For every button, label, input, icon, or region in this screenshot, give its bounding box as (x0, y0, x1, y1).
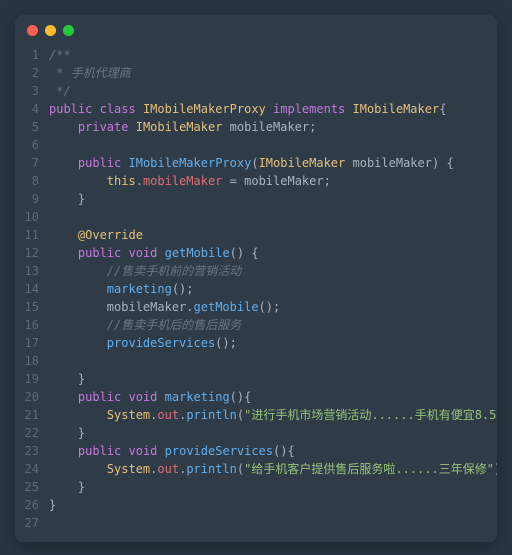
line-content: System.out.println("进行手机市场营销活动......手机有便… (49, 406, 497, 424)
code-line: 11 @Override (15, 226, 497, 244)
code-line: 12 public void getMobile() { (15, 244, 497, 262)
code-line: 15 mobileMaker.getMobile(); (15, 298, 497, 316)
code-line: 23 public void provideServices(){ (15, 442, 497, 460)
line-content: public void getMobile() { (49, 244, 497, 262)
line-number: 27 (15, 514, 49, 532)
line-number: 25 (15, 478, 49, 496)
line-content: } (49, 370, 497, 388)
minimize-icon[interactable] (45, 25, 56, 36)
line-number: 7 (15, 154, 49, 172)
line-number: 17 (15, 334, 49, 352)
line-content: System.out.println("给手机客户提供售后服务啦......三年… (49, 460, 497, 478)
code-line: 2 * 手机代理商 (15, 64, 497, 82)
line-number: 1 (15, 46, 49, 64)
code-line: 24 System.out.println("给手机客户提供售后服务啦.....… (15, 460, 497, 478)
code-line: 4public class IMobileMakerProxy implemen… (15, 100, 497, 118)
code-line: 17 provideServices(); (15, 334, 497, 352)
line-content: */ (49, 82, 497, 100)
line-content: //售卖手机后的售后服务 (49, 316, 497, 334)
code-line: 8 this.mobileMaker = mobileMaker; (15, 172, 497, 190)
line-content: public class IMobileMakerProxy implement… (49, 100, 497, 118)
line-content (49, 208, 497, 226)
line-content: public void provideServices(){ (49, 442, 497, 460)
line-number: 21 (15, 406, 49, 424)
code-line: 5 private IMobileMaker mobileMaker; (15, 118, 497, 136)
code-line: 16 //售卖手机后的售后服务 (15, 316, 497, 334)
line-content: public IMobileMakerProxy(IMobileMaker mo… (49, 154, 497, 172)
line-content: marketing(); (49, 280, 497, 298)
line-number: 8 (15, 172, 49, 190)
code-line: 3 */ (15, 82, 497, 100)
line-number: 23 (15, 442, 49, 460)
line-number: 2 (15, 64, 49, 82)
code-line: 1/** (15, 46, 497, 64)
line-number: 20 (15, 388, 49, 406)
line-number: 18 (15, 352, 49, 370)
line-number: 19 (15, 370, 49, 388)
line-content: } (49, 478, 497, 496)
line-number: 24 (15, 460, 49, 478)
line-content: private IMobileMaker mobileMaker; (49, 118, 497, 136)
line-number: 26 (15, 496, 49, 514)
line-number: 6 (15, 136, 49, 154)
code-line: 20 public void marketing(){ (15, 388, 497, 406)
line-content (49, 514, 497, 532)
code-line: 14 marketing(); (15, 280, 497, 298)
titlebar (15, 15, 497, 44)
line-content: /** (49, 46, 497, 64)
line-number: 3 (15, 82, 49, 100)
line-content (49, 352, 497, 370)
line-content: } (49, 190, 497, 208)
code-window: 1/**2 * 手机代理商3 */4public class IMobileMa… (15, 15, 497, 542)
code-line: 21 System.out.println("进行手机市场营销活动......手… (15, 406, 497, 424)
line-number: 4 (15, 100, 49, 118)
line-content: this.mobileMaker = mobileMaker; (49, 172, 497, 190)
code-line: 27 (15, 514, 497, 532)
code-line: 22 } (15, 424, 497, 442)
line-content: @Override (49, 226, 497, 244)
line-number: 9 (15, 190, 49, 208)
line-number: 10 (15, 208, 49, 226)
code-line: 18 (15, 352, 497, 370)
code-line: 13 //售卖手机前的营销活动 (15, 262, 497, 280)
close-icon[interactable] (27, 25, 38, 36)
code-line: 19 } (15, 370, 497, 388)
line-number: 11 (15, 226, 49, 244)
maximize-icon[interactable] (63, 25, 74, 36)
code-line: 26} (15, 496, 497, 514)
line-number: 15 (15, 298, 49, 316)
line-content: provideServices(); (49, 334, 497, 352)
line-content: //售卖手机前的营销活动 (49, 262, 497, 280)
line-number: 12 (15, 244, 49, 262)
line-number: 22 (15, 424, 49, 442)
code-area[interactable]: 1/**2 * 手机代理商3 */4public class IMobileMa… (15, 44, 497, 542)
line-number: 16 (15, 316, 49, 334)
line-content (49, 136, 497, 154)
code-line: 10 (15, 208, 497, 226)
code-line: 7 public IMobileMakerProxy(IMobileMaker … (15, 154, 497, 172)
line-content: } (49, 424, 497, 442)
line-number: 13 (15, 262, 49, 280)
code-line: 6 (15, 136, 497, 154)
line-number: 14 (15, 280, 49, 298)
code-line: 9 } (15, 190, 497, 208)
line-number: 5 (15, 118, 49, 136)
code-line: 25 } (15, 478, 497, 496)
line-content: mobileMaker.getMobile(); (49, 298, 497, 316)
line-content: public void marketing(){ (49, 388, 497, 406)
line-content: } (49, 496, 497, 514)
line-content: * 手机代理商 (49, 64, 497, 82)
